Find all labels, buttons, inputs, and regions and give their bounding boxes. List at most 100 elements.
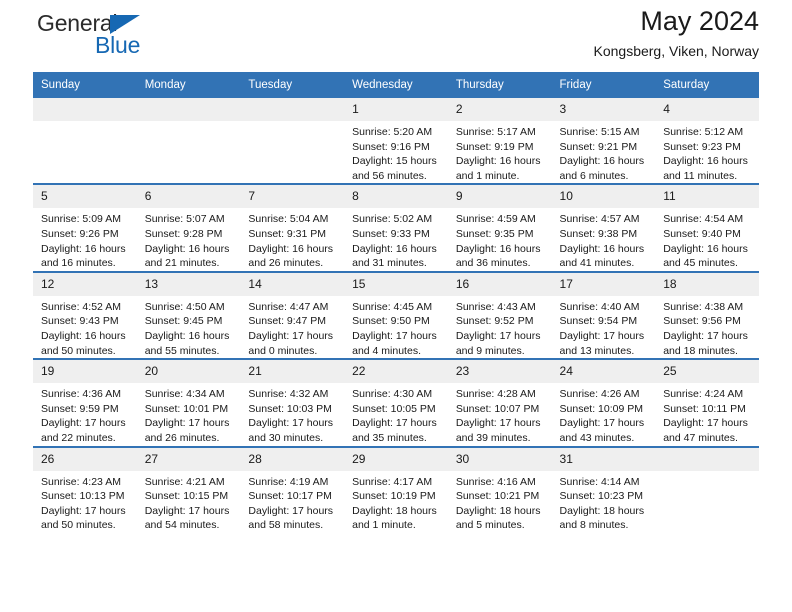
calendar-day-cell-empty xyxy=(136,98,241,185)
day-number: 1 xyxy=(344,98,448,121)
sunset-time: Sunset: 10:03 PM xyxy=(248,402,332,415)
calendar-day-cell[interactable]: 11 Sunrise: 4:54 AM Sunset: 9:40 PM Dayligh… xyxy=(655,183,759,272)
sunset-time: Sunset: 9:45 PM xyxy=(144,315,223,328)
calendar-day-cell[interactable]: 6 Sunrise: 5:07 AM Sunset: 9:28 PM Daylight… xyxy=(136,183,241,272)
daylight-duration-line2: and 54 minutes. xyxy=(144,519,220,532)
calendar-day-cell[interactable]: 10 Sunrise: 4:57 AM Sunset: 9:38 PM Dayligh… xyxy=(551,183,656,272)
day-details: Sunrise: 4:28 AM Sunset: 10:07 PM Daylight… xyxy=(448,383,552,445)
daylight-duration-line2: and 58 minutes. xyxy=(248,519,324,532)
day-details: Sunrise: 4:43 AM Sunset: 9:52 PM Daylight:… xyxy=(448,296,552,358)
calendar-day-cell[interactable]: 20 Sunrise: 4:34 AM Sunset: 10:01 PM Daylig… xyxy=(136,358,241,447)
daylight-duration-line2: and 11 minutes. xyxy=(663,169,738,182)
calendar-day-cell[interactable]: 14 Sunrise: 4:47 AM Sunset: 9:47 PM Dayligh… xyxy=(240,270,345,360)
daylight-duration-line2: and 0 minutes. xyxy=(248,344,318,357)
weekday-header-monday: Monday xyxy=(136,72,241,98)
calendar-day-cell[interactable]: 28 Sunrise: 4:19 AM Sunset: 10:17 PM Daylig… xyxy=(240,445,345,533)
calendar-day-cell[interactable]: 19 Sunrise: 4:36 AM Sunset: 9:59 PM Dayligh… xyxy=(33,358,137,447)
calendar-week-row: 12 Sunrise: 4:52 AM Sunset: 9:43 PM Dayligh… xyxy=(33,270,759,360)
calendar-day-cell[interactable]: 26 Sunrise: 4:23 AM Sunset: 10:13 PM Daylig… xyxy=(33,445,137,533)
daylight-duration-line2: and 9 minutes. xyxy=(455,344,525,357)
day-details: Sunrise: 4:50 AM Sunset: 9:45 PM Daylight:… xyxy=(137,296,241,358)
daylight-duration-line1: Daylight: 17 hours xyxy=(455,417,541,430)
daylight-duration-line1: Daylight: 17 hours xyxy=(455,329,541,342)
sunrise-time: Sunrise: 4:52 AM xyxy=(41,300,121,313)
calendar-day-cell[interactable]: 18 Sunrise: 4:38 AM Sunset: 9:56 PM Dayligh… xyxy=(655,270,759,360)
daylight-duration-line2: and 47 minutes. xyxy=(663,431,738,444)
sunset-time: Sunset: 9:33 PM xyxy=(352,227,430,240)
day-number: 26 xyxy=(33,447,137,471)
daylight-duration-line1: Daylight: 17 hours xyxy=(663,329,748,342)
sunrise-time: Sunrise: 5:02 AM xyxy=(352,213,433,226)
calendar-day-cell[interactable]: 30 Sunrise: 4:16 AM Sunset: 10:21 PM Daylig… xyxy=(447,445,552,533)
daylight-duration-line2: and 26 minutes. xyxy=(144,431,220,444)
sunset-time: Sunset: 9:50 PM xyxy=(352,315,430,328)
day-details: Sunrise: 4:38 AM Sunset: 9:56 PM Daylight:… xyxy=(655,296,759,358)
day-details: Sunrise: 4:45 AM Sunset: 9:50 PM Daylight:… xyxy=(344,296,448,358)
daylight-duration-line1: Daylight: 17 hours xyxy=(248,417,334,430)
calendar-day-cell[interactable]: 21 Sunrise: 4:32 AM Sunset: 10:03 PM Daylig… xyxy=(240,358,345,447)
sunrise-time: Sunrise: 4:57 AM xyxy=(559,213,640,226)
daylight-duration-line2: and 5 minutes. xyxy=(455,519,525,532)
daylight-duration-line2: and 36 minutes. xyxy=(455,257,531,270)
daylight-duration-line1: Daylight: 17 hours xyxy=(352,417,437,430)
daylight-duration-line1: Daylight: 18 hours xyxy=(559,504,645,517)
daylight-duration-line2: and 50 minutes. xyxy=(41,344,116,357)
sunrise-time: Sunrise: 4:16 AM xyxy=(455,475,536,488)
weekday-header-sunday: Sunday xyxy=(33,72,137,98)
calendar-day-cell-empty xyxy=(33,98,137,185)
sunrise-time: Sunrise: 4:23 AM xyxy=(41,475,121,488)
day-details: Sunrise: 4:16 AM Sunset: 10:21 PM Daylight… xyxy=(448,471,552,533)
sunset-time: Sunset: 9:59 PM xyxy=(41,402,119,415)
daylight-duration-line1: Daylight: 17 hours xyxy=(559,417,645,430)
calendar-day-cell[interactable]: 9 Sunrise: 4:59 AM Sunset: 9:35 PM Daylight… xyxy=(447,183,552,272)
calendar-day-cell[interactable]: 27 Sunrise: 4:21 AM Sunset: 10:15 PM Daylig… xyxy=(136,445,241,533)
day-number: 8 xyxy=(344,185,448,209)
day-details: Sunrise: 5:07 AM Sunset: 9:28 PM Daylight:… xyxy=(137,208,241,270)
sunset-time: Sunset: 10:09 PM xyxy=(559,402,643,415)
sunrise-time: Sunrise: 4:59 AM xyxy=(455,213,536,226)
daylight-duration-line2: and 16 minutes. xyxy=(41,257,116,270)
calendar-day-cell[interactable]: 12 Sunrise: 4:52 AM Sunset: 9:43 PM Dayligh… xyxy=(33,270,137,360)
calendar-day-cell[interactable]: 13 Sunrise: 4:50 AM Sunset: 9:45 PM Dayligh… xyxy=(136,270,241,360)
day-number: 28 xyxy=(240,447,345,471)
calendar-day-cell[interactable]: 16 Sunrise: 4:43 AM Sunset: 9:52 PM Dayligh… xyxy=(447,270,552,360)
day-number: 9 xyxy=(447,185,552,209)
calendar-day-cell[interactable]: 23 Sunrise: 4:28 AM Sunset: 10:07 PM Daylig… xyxy=(447,358,552,447)
sunrise-time: Sunrise: 4:19 AM xyxy=(248,475,329,488)
sunrise-time: Sunrise: 4:14 AM xyxy=(559,475,640,488)
calendar-day-cell[interactable]: 22 Sunrise: 4:30 AM Sunset: 10:05 PM Daylig… xyxy=(344,358,448,447)
day-number: 7 xyxy=(240,185,345,209)
calendar-day-cell[interactable]: 17 Sunrise: 4:40 AM Sunset: 9:54 PM Dayligh… xyxy=(551,270,656,360)
calendar-day-cell[interactable]: 8 Sunrise: 5:02 AM Sunset: 9:33 PM Daylight… xyxy=(344,183,448,272)
weekday-header-tuesday: Tuesday xyxy=(240,72,345,98)
day-number: 31 xyxy=(551,447,656,471)
day-number: 16 xyxy=(447,272,552,296)
calendar-day-cell[interactable]: 2 Sunrise: 5:17 AM Sunset: 9:19 PM Daylight… xyxy=(447,98,552,185)
calendar-day-cell[interactable]: 29 Sunrise: 4:17 AM Sunset: 10:19 PM Daylig… xyxy=(344,445,448,533)
sunrise-time: Sunrise: 4:30 AM xyxy=(352,388,433,401)
calendar-day-cell[interactable]: 25 Sunrise: 4:24 AM Sunset: 10:11 PM Daylig… xyxy=(655,358,759,447)
calendar-week-row: 19 Sunrise: 4:36 AM Sunset: 9:59 PM Dayligh… xyxy=(33,358,759,447)
daylight-duration-line1: Daylight: 16 hours xyxy=(559,242,645,255)
sunset-time: Sunset: 9:19 PM xyxy=(455,140,534,153)
calendar-day-cell[interactable]: 7 Sunrise: 5:04 AM Sunset: 9:31 PM Daylight… xyxy=(240,183,345,272)
day-number: 11 xyxy=(655,185,759,209)
sunrise-time: Sunrise: 5:12 AM xyxy=(663,126,744,138)
calendar-day-cell[interactable]: 15 Sunrise: 4:45 AM Sunset: 9:50 PM Dayligh… xyxy=(344,270,448,360)
day-details: Sunrise: 4:47 AM Sunset: 9:47 PM Daylight:… xyxy=(240,296,344,358)
daylight-duration-line2: and 31 minutes. xyxy=(352,257,427,270)
sunrise-time: Sunrise: 4:32 AM xyxy=(248,388,329,401)
calendar-day-cell[interactable]: 3 Sunrise: 5:15 AM Sunset: 9:21 PM Daylight… xyxy=(551,98,656,185)
sunrise-time: Sunrise: 5:15 AM xyxy=(559,126,640,138)
calendar-day-cell[interactable]: 1 Sunrise: 5:20 AM Sunset: 9:16 PM Daylight… xyxy=(344,98,448,185)
day-details: Sunrise: 4:54 AM Sunset: 9:40 PM Daylight:… xyxy=(655,208,759,270)
calendar-day-cell[interactable]: 31 Sunrise: 4:14 AM Sunset: 10:23 PM Daylig… xyxy=(551,445,656,533)
day-number: 24 xyxy=(551,360,656,384)
calendar-day-cell[interactable]: 24 Sunrise: 4:26 AM Sunset: 10:09 PM Daylig… xyxy=(551,358,656,447)
day-details: Sunrise: 5:12 AM Sunset: 9:23 PM Daylight:… xyxy=(655,121,759,183)
calendar-day-cell[interactable]: 5 Sunrise: 5:09 AM Sunset: 9:26 PM Daylight… xyxy=(33,183,137,272)
day-number: 5 xyxy=(33,185,137,209)
general-blue-logo[interactable]: General Blue xyxy=(37,10,237,62)
daylight-duration-line1: Daylight: 17 hours xyxy=(248,504,334,517)
calendar-day-cell[interactable]: 4 Sunrise: 5:12 AM Sunset: 9:23 PM Daylight… xyxy=(655,98,759,185)
